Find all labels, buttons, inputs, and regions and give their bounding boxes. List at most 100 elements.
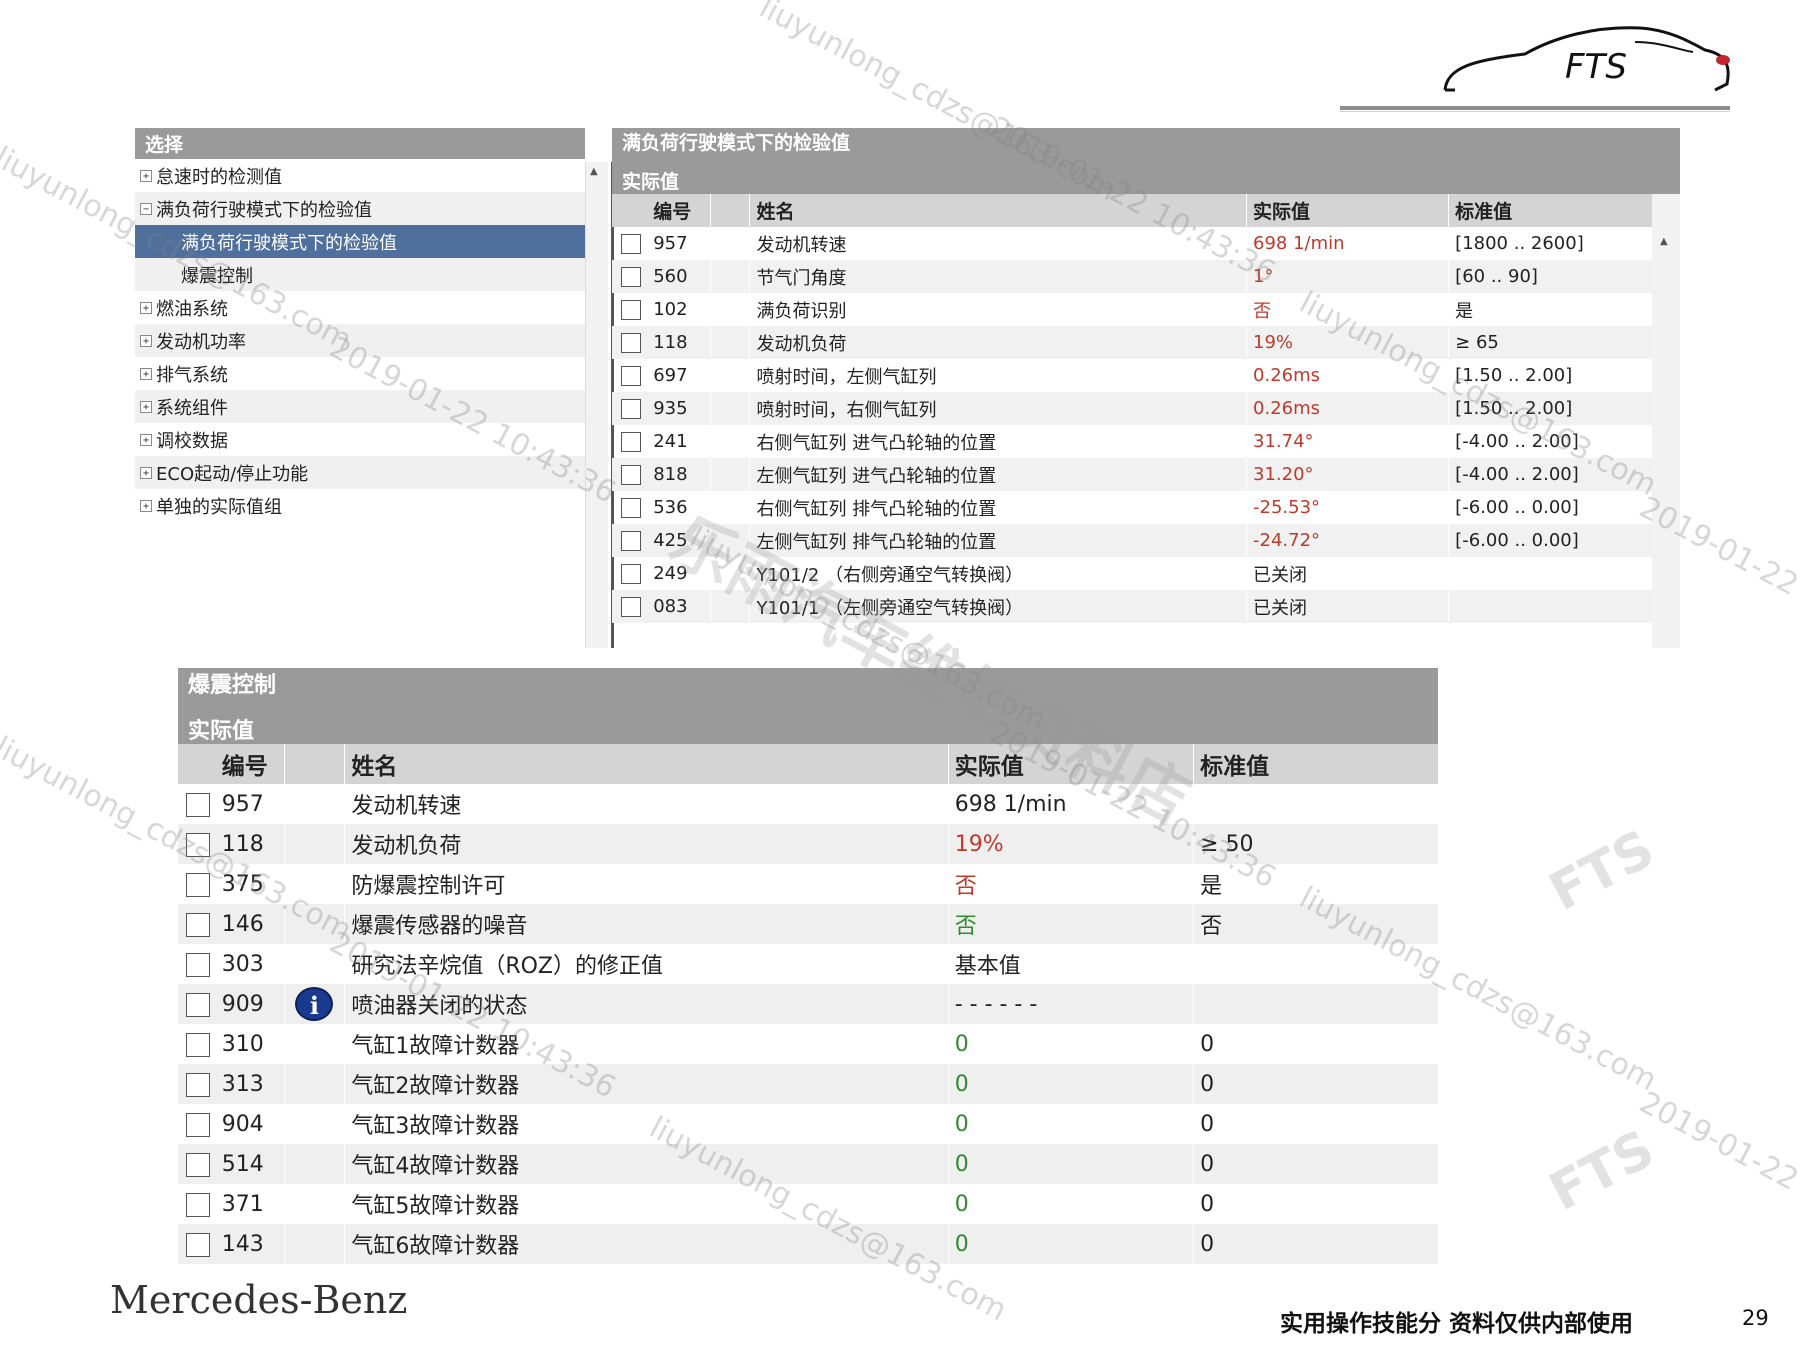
tree-item[interactable]: + ECO起动/停止功能 <box>135 456 585 489</box>
column-header-name[interactable]: 姓名 <box>344 744 949 784</box>
row-checkbox[interactable] <box>185 832 210 857</box>
row-checkbox[interactable] <box>185 992 210 1017</box>
table-row[interactable]: 303 研究法辛烷值（ROZ）的修正值 基本值 <box>178 944 1438 984</box>
tree-item[interactable]: + 调校数据 <box>135 423 585 456</box>
row-checkbox[interactable] <box>620 498 641 518</box>
row-checkbox[interactable] <box>620 366 641 386</box>
tree-item-label: 满负荷行驶模式下的检验值 <box>181 232 397 254</box>
table-row[interactable]: 249 Y101/2 （右侧旁通空气转换阀） 已关闭 <box>612 557 1652 590</box>
row-checkbox[interactable] <box>620 300 641 320</box>
table-row[interactable]: 146 爆震传感器的噪音否否 <box>178 904 1438 944</box>
row-checkbox[interactable] <box>620 465 641 485</box>
table-row[interactable]: 313 气缸2故障计数器 0 0 <box>178 1064 1438 1104</box>
column-header-number[interactable]: 编号 <box>649 194 712 227</box>
row-checkbox[interactable] <box>620 432 641 452</box>
column-header-standard-value[interactable]: 标准值 <box>1193 744 1438 784</box>
table-row[interactable]: 143 气缸6故障计数器 0 0 <box>178 1224 1438 1264</box>
row-standard-value: 0 <box>1200 1191 1215 1217</box>
table-row[interactable]: 118 发动机负荷 19% ≥ 65 <box>612 326 1652 359</box>
row-checkbox[interactable] <box>185 872 210 897</box>
scroll-up-arrow-icon[interactable]: ▲ <box>1660 236 1668 247</box>
column-header-number[interactable]: 编号 <box>217 744 285 784</box>
row-checkbox[interactable] <box>185 1112 210 1137</box>
knock-control-panel: 爆震控制 实际值 <box>178 668 1438 744</box>
row-number: 310 <box>217 1024 285 1064</box>
table-row[interactable]: 371 气缸5故障计数器 0 0 <box>178 1184 1438 1224</box>
expand-icon[interactable]: + <box>140 499 152 512</box>
checkbox-cell <box>178 1144 218 1184</box>
checkbox-cell <box>178 984 218 1024</box>
checkbox-cell <box>178 784 218 824</box>
row-checkbox[interactable] <box>620 333 641 353</box>
row-checkbox[interactable] <box>620 531 641 551</box>
scroll-up-arrow-icon[interactable]: ▲ <box>590 166 602 177</box>
table-row[interactable]: 957 发动机转速 698 1/min <box>178 784 1438 824</box>
tree-item[interactable]: + 系统组件 <box>135 390 585 423</box>
logo-text: FTS <box>1565 47 1627 87</box>
expand-icon[interactable]: + <box>140 367 152 380</box>
row-checkbox[interactable] <box>620 564 641 584</box>
table-row[interactable]: 957 发动机转速 698 1/min [1800 .. 2600] <box>612 227 1652 260</box>
full-load-scrollbar[interactable] <box>1652 194 1680 648</box>
row-number: 957 <box>217 784 285 824</box>
tree-item[interactable]: 爆震控制 <box>135 258 585 291</box>
expand-icon[interactable]: + <box>140 301 152 314</box>
row-checkbox[interactable] <box>620 267 641 287</box>
table-row[interactable]: 241 右侧气缸列 进气凸轮轴的位置 31.74° [-4.00 .. 2.00] <box>612 425 1652 458</box>
tree-item[interactable]: + 发动机功率 <box>135 324 585 357</box>
expand-icon[interactable]: + <box>140 169 152 182</box>
row-checkbox[interactable] <box>185 1032 210 1057</box>
row-checkbox[interactable] <box>185 952 210 977</box>
collapse-icon[interactable]: − <box>140 202 152 215</box>
expand-icon[interactable]: + <box>140 433 152 446</box>
checkbox-cell <box>178 1024 218 1064</box>
table-row[interactable]: 935 喷射时间，右侧气缸列 0.26ms [1.50 .. 2.00] <box>612 392 1652 425</box>
table-row[interactable]: 536 右侧气缸列 排气凸轮轴的位置 -25.53° [-6.00 .. 0.00] <box>612 491 1652 524</box>
table-row[interactable]: 697 喷射时间，左侧气缸列 0.26ms [1.50 .. 2.00] <box>612 359 1652 392</box>
table-row[interactable]: 118 发动机负荷 19% ≥ 50 <box>178 824 1438 864</box>
row-actual-value: 0.26ms <box>1246 392 1450 425</box>
column-header-name[interactable]: 姓名 <box>749 194 1248 227</box>
tree-scrollbar[interactable] <box>585 162 608 648</box>
row-checkbox[interactable] <box>185 1232 210 1257</box>
brand-name: Mercedes-Benz <box>110 1278 408 1322</box>
row-checkbox[interactable] <box>620 399 641 419</box>
row-checkbox[interactable] <box>185 1072 210 1097</box>
column-header-actual-value[interactable]: 实际值 <box>1246 194 1450 227</box>
column-header-actual-value[interactable]: 实际值 <box>948 744 1195 784</box>
table-row[interactable]: 102 满负荷识别否是 <box>612 293 1652 326</box>
expand-icon[interactable]: + <box>140 400 152 413</box>
table-row[interactable]: 083 Y101/1 （左侧旁通空气转换阀） 已关闭 <box>612 590 1652 623</box>
tree-item[interactable]: + 排气系统 <box>135 357 585 390</box>
row-icon-cell <box>710 590 751 623</box>
table-row[interactable]: 560 节气门角度 1° [60 .. 90] <box>612 260 1652 293</box>
info-icon[interactable]: i <box>295 987 334 1021</box>
column-header-standard-value[interactable]: 标准值 <box>1448 194 1652 227</box>
table-row[interactable]: 904 气缸3故障计数器 0 0 <box>178 1104 1438 1144</box>
checkbox-cell <box>612 590 650 623</box>
row-checkbox[interactable] <box>620 234 641 254</box>
table-row[interactable]: 909 i 喷油器关闭的状态 - - - - - - <box>178 984 1438 1024</box>
row-checkbox[interactable] <box>185 1152 210 1177</box>
tree-item[interactable]: 满负荷行驶模式下的检验值 <box>135 225 585 258</box>
row-actual-value: 0 <box>948 1224 1195 1264</box>
tree-item[interactable]: + 怠速时的检测值 <box>135 159 585 192</box>
table-row[interactable]: 514 气缸4故障计数器 0 0 <box>178 1144 1438 1184</box>
row-checkbox[interactable] <box>185 912 210 937</box>
checkbox-cell <box>178 904 218 944</box>
table-row[interactable]: 310 气缸1故障计数器 0 0 <box>178 1024 1438 1064</box>
expand-icon[interactable]: + <box>140 466 152 479</box>
expand-icon[interactable]: + <box>140 334 152 347</box>
row-checkbox[interactable] <box>620 597 641 617</box>
footer-note: 实用操作技能分 资料仅供内部使用 <box>1280 1311 1634 1337</box>
table-row[interactable]: 375 防爆震控制许可否是 <box>178 864 1438 904</box>
tree-item[interactable]: + 燃油系统 <box>135 291 585 324</box>
tree-item[interactable]: + 单独的实际值组 <box>135 489 585 522</box>
table-row[interactable]: 818 左侧气缸列 进气凸轮轴的位置 31.20° [-4.00 .. 2.00] <box>612 458 1652 491</box>
row-checkbox[interactable] <box>185 792 210 817</box>
row-checkbox[interactable] <box>185 1192 210 1217</box>
tree-item[interactable]: − 满负荷行驶模式下的检验值 <box>135 192 585 225</box>
table-row[interactable]: 425 左侧气缸列 排气凸轮轴的位置 -24.72° [-6.00 .. 0.00] <box>612 524 1652 557</box>
knock-control-table: 编号 姓名 实际值 标准值 957 发动机转速 698 1/min 118 发动机负荷 19% ≥ … <box>178 744 1438 1264</box>
page-number: 29 <box>1742 1306 1769 1330</box>
